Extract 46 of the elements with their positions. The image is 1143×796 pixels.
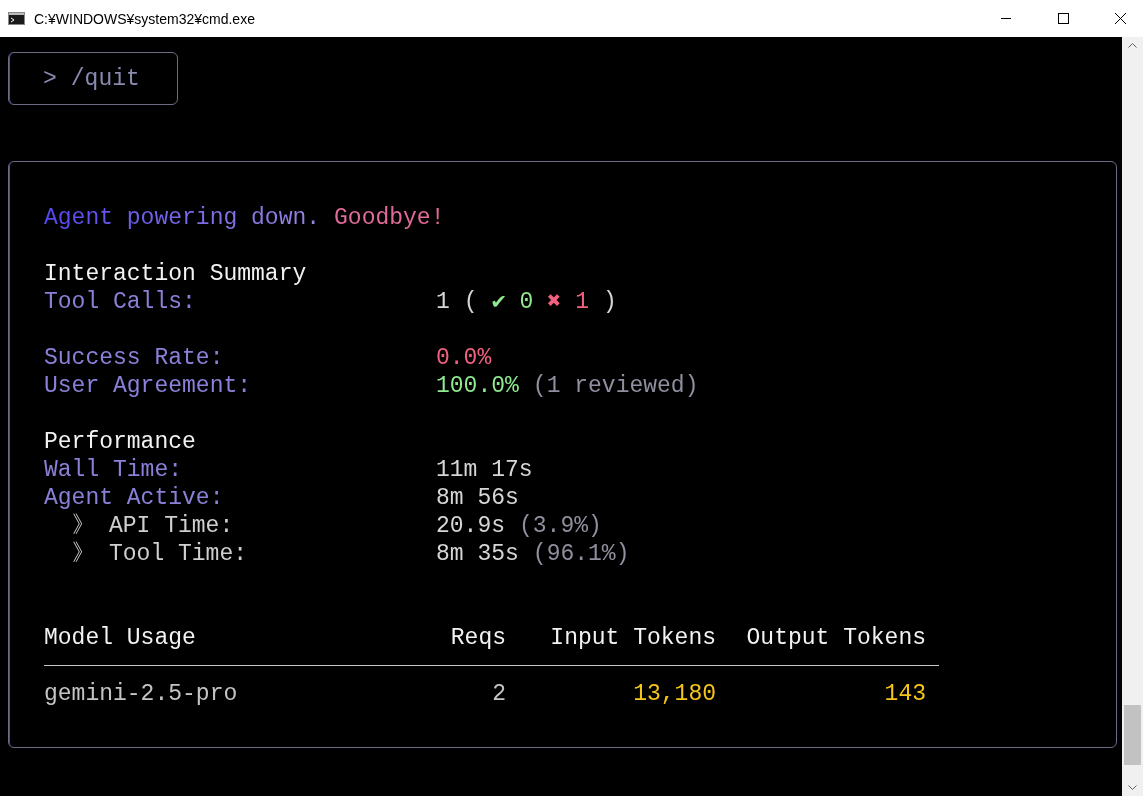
scroll-down-icon[interactable]	[1128, 785, 1137, 790]
check-icon: ✔	[491, 288, 506, 316]
section-heading: Interaction Summary	[44, 260, 308, 288]
prompt-symbol: >	[43, 64, 57, 93]
bullet-marker: 》	[72, 512, 95, 540]
failure-value: 0.0%	[436, 344, 492, 372]
column-header: Model Usage	[44, 624, 197, 652]
table-cell-text: 143	[883, 680, 926, 708]
value-text: 11m 17s	[436, 456, 533, 484]
close-icon	[1114, 13, 1126, 24]
table-cell-text: 2	[491, 680, 506, 708]
stat-label: Success Rate:	[44, 344, 225, 372]
column-header: Output Tokens	[745, 624, 926, 652]
value-text: )	[602, 288, 617, 316]
scroll-up-icon[interactable]	[1128, 43, 1137, 48]
scrollbar[interactable]	[1122, 37, 1143, 796]
success-value: 0	[519, 288, 534, 316]
column-header: Input Tokens	[549, 624, 716, 652]
terminal-icon	[8, 12, 25, 25]
window-title: C:¥WINDOWS¥system32¥cmd.exe	[34, 10, 255, 27]
table-cell-text: gemini-2.5-pro	[44, 680, 239, 708]
maximize-icon	[1057, 13, 1069, 24]
detail-text: (96.1%)	[532, 540, 630, 568]
stat-label: Tool Calls:	[44, 288, 197, 316]
detail-text: (1 reviewed)	[532, 372, 699, 400]
value-text: (	[463, 288, 478, 316]
table-cell-text: 13,180	[632, 680, 716, 708]
cross-icon: ✖	[547, 288, 562, 316]
column-header: Reqs	[449, 624, 506, 652]
command-text: /quit	[70, 64, 140, 93]
value-text: 8m 35s	[436, 540, 519, 568]
value-text: 20.9s	[436, 512, 505, 540]
stat-label: Agent Active:	[44, 484, 225, 512]
scrollbar-thumb[interactable]	[1124, 705, 1141, 765]
section-heading: Performance	[44, 428, 197, 456]
stat-label: User Agreement:	[44, 372, 253, 400]
bullet-marker: 》	[72, 540, 95, 568]
success-value: 100.0%	[436, 372, 519, 400]
failure-value: 1	[575, 288, 589, 316]
stat-label: Wall Time:	[44, 456, 184, 484]
goodbye-text: Goodbye!	[334, 204, 445, 232]
stat-label: API Time:	[109, 512, 234, 540]
detail-text: (3.9%)	[519, 512, 602, 540]
stat-label: Tool Time:	[109, 540, 248, 568]
value-text: 8m 56s	[436, 484, 519, 512]
value-text: 1	[436, 288, 450, 316]
